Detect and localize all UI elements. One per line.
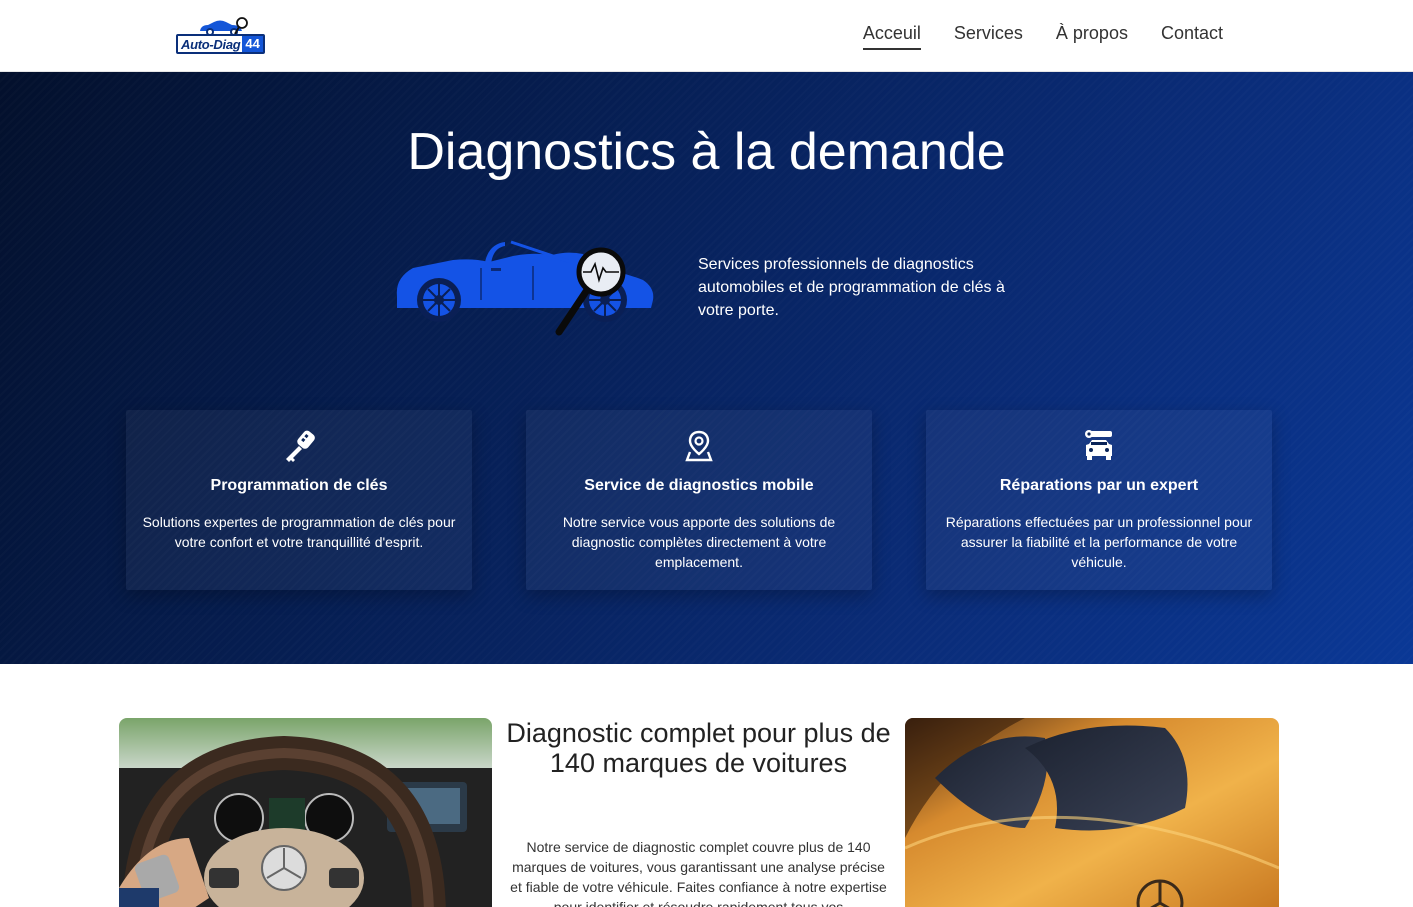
nav-link-a-propos[interactable]: À propos (1056, 23, 1128, 50)
nav-link-acceuil[interactable]: Acceuil (862, 23, 921, 50)
logo-text-number: 44 (242, 36, 263, 52)
section-text: Notre service de diagnostic complet couv… (510, 839, 887, 907)
section-title: Diagnostic complet pour plus de 140 marq… (506, 718, 891, 778)
logo-wordmark: Auto-Diag 44 (176, 34, 265, 54)
nav-link-contact[interactable]: Contact (1161, 23, 1223, 50)
service-card-title: Programmation de clés (210, 477, 388, 494)
top-navbar: Auto-Diag 44 Acceuil Services À propos C… (0, 0, 1413, 72)
service-card-repairs[interactable]: Réparations par un expert Réparations ef… (926, 410, 1272, 590)
service-card-title: Service de diagnostics mobile (584, 477, 814, 494)
orange-car-hood-photo (905, 718, 1279, 907)
service-card-text: Réparations effectuées par un profession… (945, 514, 1253, 570)
service-card-text: Solutions expertes de programmation de c… (142, 514, 456, 550)
nav-link-services[interactable]: Services (954, 23, 1023, 50)
car-key-icon (126, 428, 472, 464)
logo-text-main: Auto-Diag (181, 36, 241, 52)
hero-section: Diagnostics à la demande Services profes… (0, 72, 1413, 664)
main-nav: Acceuil Services À propos Contact (862, 23, 1223, 50)
location-pin-icon (526, 428, 872, 464)
service-cards: Programmation de clés Solutions expertes… (126, 410, 1274, 590)
site-logo[interactable]: Auto-Diag 44 (176, 16, 272, 56)
service-card-text: Notre service vous apporte des solutions… (562, 514, 836, 570)
steering-wheel-photo-image (119, 718, 492, 907)
hero-title: Diagnostics à la demande (407, 123, 1006, 181)
car-diagnostic-illustration-icon (396, 240, 654, 336)
steering-wheel-photo (119, 718, 492, 907)
car-repair-icon (926, 428, 1272, 464)
service-card-keys[interactable]: Programmation de clés Solutions expertes… (126, 410, 472, 590)
service-card-title: Réparations par un expert (999, 477, 1199, 494)
orange-car-hood-photo-image (905, 718, 1279, 907)
service-card-mobile[interactable]: Service de diagnostics mobile Notre serv… (526, 410, 872, 590)
hero-description: Services professionnels de diagnostics a… (698, 256, 1005, 319)
